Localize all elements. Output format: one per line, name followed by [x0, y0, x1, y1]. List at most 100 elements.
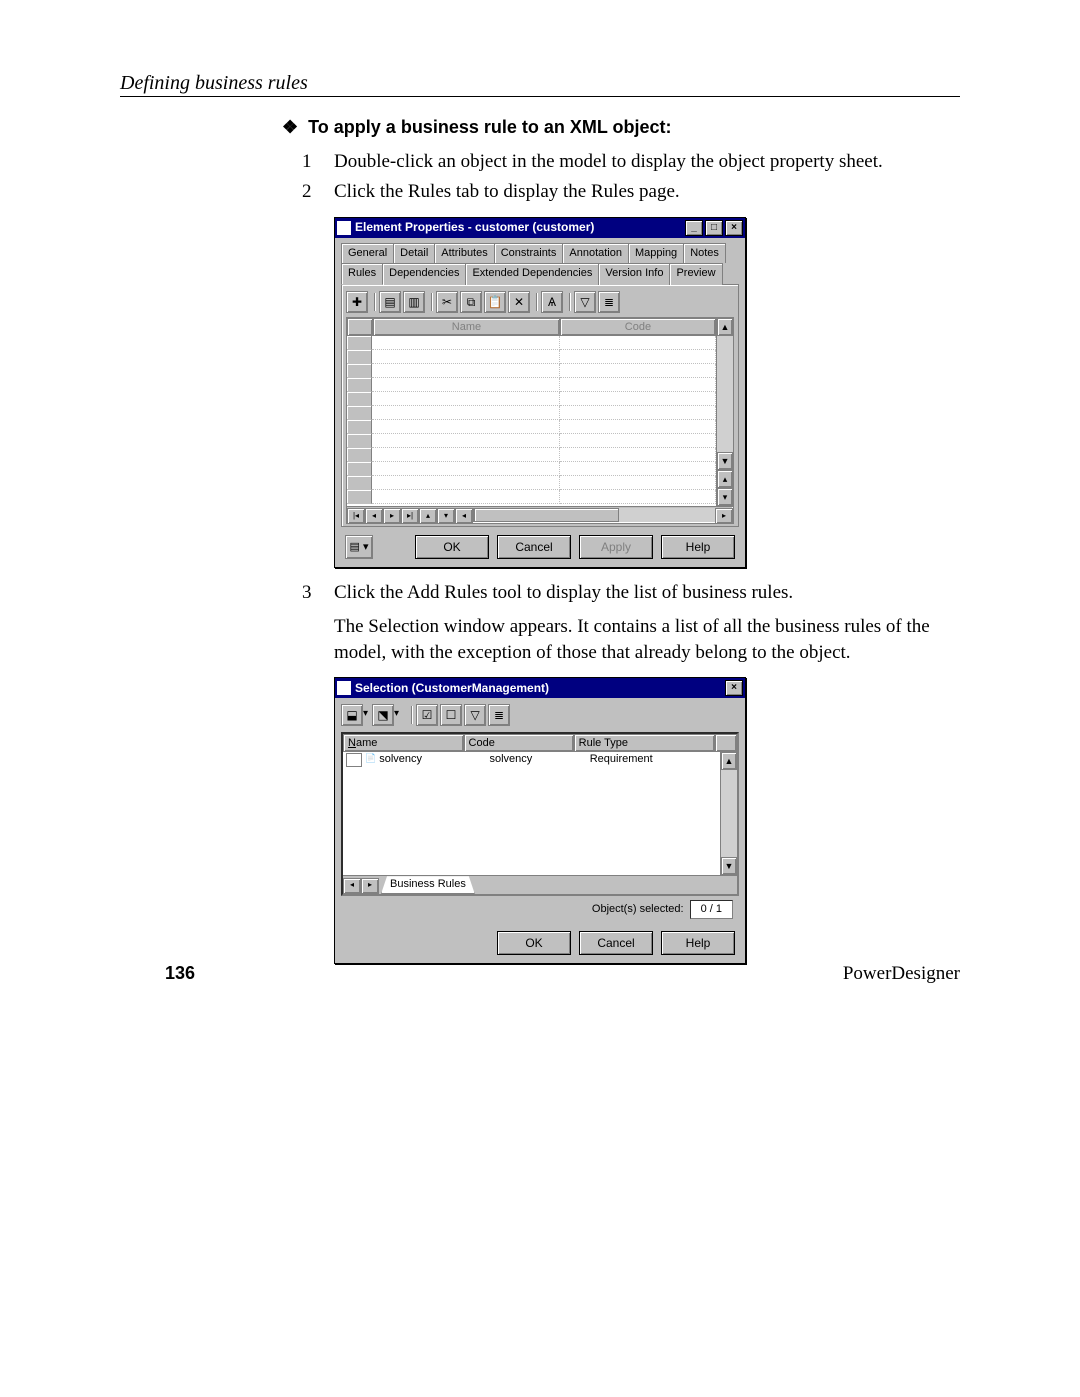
help-button[interactable]: Help: [661, 535, 735, 559]
include-shortcut-button[interactable]: ⬔: [372, 704, 394, 726]
sheet-nav-next-icon[interactable]: ▸: [361, 878, 379, 894]
tab-mapping[interactable]: Mapping: [628, 243, 684, 264]
customize-columns-button[interactable]: ≣: [598, 291, 620, 313]
scroll-up-icon[interactable]: ▲: [717, 318, 733, 336]
nav-next-icon[interactable]: ▸: [383, 508, 401, 524]
ok-button[interactable]: OK: [415, 535, 489, 559]
horizontal-scrollbar[interactable]: |◂ ◂ ▸ ▸| ▴ ▾ ◂ ▸: [346, 507, 734, 524]
list-item[interactable]: 📄 solvency solvency Requirement: [343, 752, 720, 768]
scroll-up-icon[interactable]: ▲: [721, 752, 737, 770]
scroll-page-down-icon[interactable]: ▾: [717, 488, 733, 506]
grid-toolbar: ✚ ▤ ▥ ✂ ⧉ 📋 ✕ Ѧ ▽ ≣: [346, 289, 734, 315]
minimize-button[interactable]: _: [685, 220, 703, 236]
vertical-scrollbar[interactable]: ▲ ▼: [720, 752, 737, 875]
procedure-title-text: To apply a business rule to an XML objec…: [308, 117, 671, 137]
scroll-down-icon[interactable]: ▼: [717, 452, 733, 470]
menu-dropdown-button[interactable]: ▤ ▾: [345, 535, 373, 559]
step-text: Click the Add Rules tool to display the …: [334, 580, 961, 606]
running-header: Defining business rules: [120, 72, 308, 95]
deselect-all-button[interactable]: ☐: [440, 704, 462, 726]
tab-notes[interactable]: Notes: [683, 243, 726, 264]
help-button[interactable]: Help: [661, 931, 735, 955]
use-filter-button[interactable]: ▽: [464, 704, 486, 726]
objects-selected-label: Object(s) selected:: [592, 902, 684, 917]
apply-button[interactable]: Apply: [579, 535, 653, 559]
step-number: 3: [302, 580, 334, 606]
procedure-title: ❖ To apply a business rule to an XML obje…: [282, 115, 961, 139]
rules-tab-panel: ✚ ▤ ▥ ✂ ⧉ 📋 ✕ Ѧ ▽ ≣: [341, 284, 739, 527]
ok-button[interactable]: OK: [497, 931, 571, 955]
nav-last-icon[interactable]: ▸|: [401, 508, 419, 524]
column-header-rule-type[interactable]: Rule Type: [574, 734, 715, 752]
column-header-name[interactable]: Name: [373, 318, 560, 336]
header-rule: [120, 96, 960, 97]
insert-row-button[interactable]: ▤: [379, 291, 401, 313]
add-row-button[interactable]: ▥: [403, 291, 425, 313]
select-all-button[interactable]: ☑: [416, 704, 438, 726]
close-button[interactable]: ×: [725, 680, 743, 696]
column-header-name[interactable]: NNameame: [343, 734, 464, 752]
window-title: Element Properties - customer (customer): [355, 219, 594, 235]
row-checkbox[interactable]: [346, 753, 362, 767]
page-number: 136: [165, 963, 195, 984]
rules-grid[interactable]: Name Code: [346, 317, 734, 507]
tab-version-info[interactable]: Version Info: [598, 263, 670, 285]
cancel-button[interactable]: Cancel: [579, 931, 653, 955]
sheet-nav-prev-icon[interactable]: ◂: [343, 878, 361, 894]
find-button[interactable]: Ѧ: [541, 291, 563, 313]
title-bar[interactable]: Selection (CustomerManagement) ×: [335, 678, 745, 698]
tab-preview[interactable]: Preview: [669, 263, 722, 285]
element-properties-dialog: Element Properties - customer (customer)…: [334, 217, 746, 569]
selection-dialog: Selection (CustomerManagement) × ⬓▾ ⬔▾ ☑…: [334, 677, 746, 964]
step-number: 2: [302, 179, 334, 205]
customize-columns-button[interactable]: ≣: [488, 704, 510, 726]
scroll-right-icon[interactable]: ▸: [715, 508, 733, 524]
cell-name: solvency: [379, 752, 489, 768]
column-header-pad: [715, 734, 737, 752]
step-text: Double-click an object in the model to d…: [334, 149, 961, 175]
tab-rules[interactable]: Rules: [341, 263, 383, 285]
tab-dependencies[interactable]: Dependencies: [382, 263, 466, 285]
objects-selected-value: 0 / 1: [690, 900, 733, 919]
body-content: ❖ To apply a business rule to an XML obje…: [282, 115, 961, 976]
tab-detail[interactable]: Detail: [393, 243, 435, 264]
tab-attributes[interactable]: Attributes: [434, 243, 494, 264]
cancel-button[interactable]: Cancel: [497, 535, 571, 559]
add-rules-button[interactable]: ✚: [346, 291, 368, 313]
tab-general[interactable]: General: [341, 243, 394, 264]
vertical-scrollbar[interactable]: ▲ ▼ ▴ ▾: [716, 318, 733, 506]
nav-prev-icon[interactable]: ◂: [365, 508, 383, 524]
window-icon: [337, 221, 351, 235]
nav-top-icon[interactable]: ▴: [419, 508, 437, 524]
filter-button[interactable]: ▽: [574, 291, 596, 313]
close-button[interactable]: ×: [725, 220, 743, 236]
cell-code: solvency: [489, 752, 589, 768]
nav-left-icon[interactable]: ◂: [455, 508, 473, 524]
scroll-down-icon[interactable]: ▼: [721, 857, 737, 875]
window-title: Selection (CustomerManagement): [355, 680, 549, 696]
title-bar[interactable]: Element Properties - customer (customer)…: [335, 218, 745, 238]
rule-icon: 📄: [365, 752, 376, 768]
step-text: Click the Rules tab to display the Rules…: [334, 179, 961, 205]
rules-list[interactable]: NNameame Code Rule Type 📄 solvency solve…: [341, 732, 739, 896]
copy-button[interactable]: ⧉: [460, 291, 482, 313]
column-header-code[interactable]: Code: [464, 734, 574, 752]
diamond-icon: ❖: [282, 117, 298, 137]
include-sub-button[interactable]: ⬓: [341, 704, 363, 726]
product-name: PowerDesigner: [843, 963, 960, 985]
grid-corner: [347, 318, 373, 336]
nav-first-icon[interactable]: |◂: [347, 508, 365, 524]
tab-extended-dependencies[interactable]: Extended Dependencies: [465, 263, 599, 285]
column-header-code[interactable]: Code: [560, 318, 716, 336]
step-number: 1: [302, 149, 334, 175]
cut-button[interactable]: ✂: [436, 291, 458, 313]
scroll-page-up-icon[interactable]: ▴: [717, 470, 733, 488]
tab-annotation[interactable]: Annotation: [562, 243, 629, 264]
delete-button[interactable]: ✕: [508, 291, 530, 313]
paste-button[interactable]: 📋: [484, 291, 506, 313]
sheet-tab-business-rules[interactable]: Business Rules: [381, 876, 475, 894]
maximize-button[interactable]: □: [705, 220, 723, 236]
nav-bottom-icon[interactable]: ▾: [437, 508, 455, 524]
selection-toolbar: ⬓▾ ⬔▾ ☑ ☐ ▽ ≣: [341, 702, 739, 728]
tab-constraints[interactable]: Constraints: [494, 243, 564, 264]
